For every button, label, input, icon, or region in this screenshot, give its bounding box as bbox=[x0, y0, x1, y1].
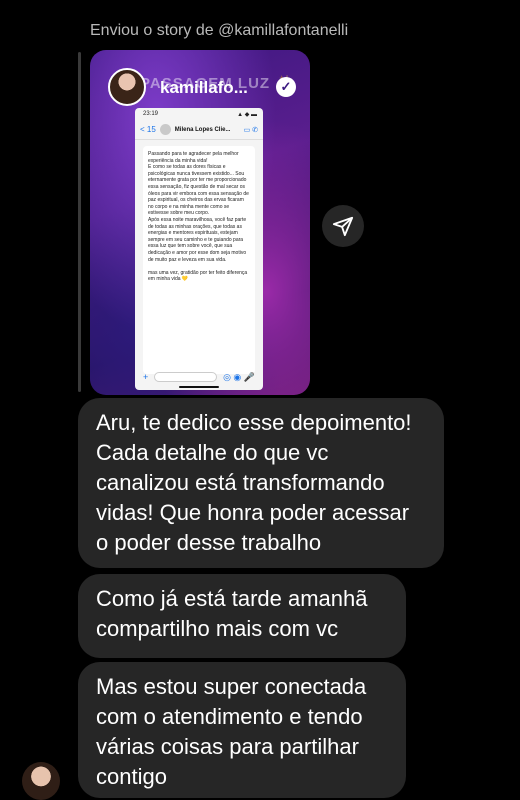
screenshot-back-label: < 15 bbox=[140, 125, 156, 134]
share-button[interactable] bbox=[322, 205, 364, 247]
reply-header: Enviou o story de @kamillafontanelli bbox=[90, 22, 349, 39]
story-screenshot: 23:19 ▲ ◆ ▬ < 15 Milena Lopes Clie... ▭ … bbox=[135, 108, 263, 390]
screenshot-call-icons: ▭ ✆ bbox=[243, 126, 258, 134]
story-avatar[interactable] bbox=[108, 68, 146, 106]
screenshot-contact-avatar bbox=[159, 124, 171, 135]
screenshot-footer-icons: ◎ ◉ 🎤 bbox=[223, 371, 255, 382]
screenshot-input-field bbox=[154, 372, 218, 382]
screenshot-status-bar: 23:19 ▲ ◆ ▬ bbox=[135, 108, 263, 120]
sender-avatar[interactable] bbox=[22, 762, 60, 800]
screenshot-chat-header: < 15 Milena Lopes Clie... ▭ ✆ bbox=[135, 120, 263, 140]
message-bubble[interactable]: Mas estou super conectada com o atendime… bbox=[78, 662, 406, 798]
shared-story-card[interactable]: PASSAGEM LUZ ✨ kamillafo... ✓ 23:19 ▲ ◆ … bbox=[90, 50, 310, 395]
screenshot-contact-name: Milena Lopes Clie... bbox=[174, 126, 231, 133]
screenshot-input-bar: + ◎ ◉ 🎤 bbox=[135, 370, 263, 384]
message-bubble[interactable]: Aru, te dedico esse depoimento! Cada det… bbox=[78, 398, 444, 568]
paper-plane-icon bbox=[332, 216, 354, 237]
screenshot-status-icons: ▲ ◆ ▬ bbox=[237, 112, 257, 118]
screenshot-home-indicator bbox=[179, 386, 219, 388]
reply-indicator-bar bbox=[78, 52, 81, 392]
screenshot-message-bubble: Passando para te agradecer pela melhor e… bbox=[143, 146, 255, 374]
story-username[interactable]: kamillafo... bbox=[160, 78, 248, 98]
message-bubble[interactable]: Como já está tarde amanhã compartilho ma… bbox=[78, 574, 406, 658]
screenshot-time: 23:19 bbox=[143, 111, 159, 117]
verified-badge-icon: ✓ bbox=[276, 77, 296, 97]
screenshot-plus-icon: + bbox=[143, 372, 149, 382]
